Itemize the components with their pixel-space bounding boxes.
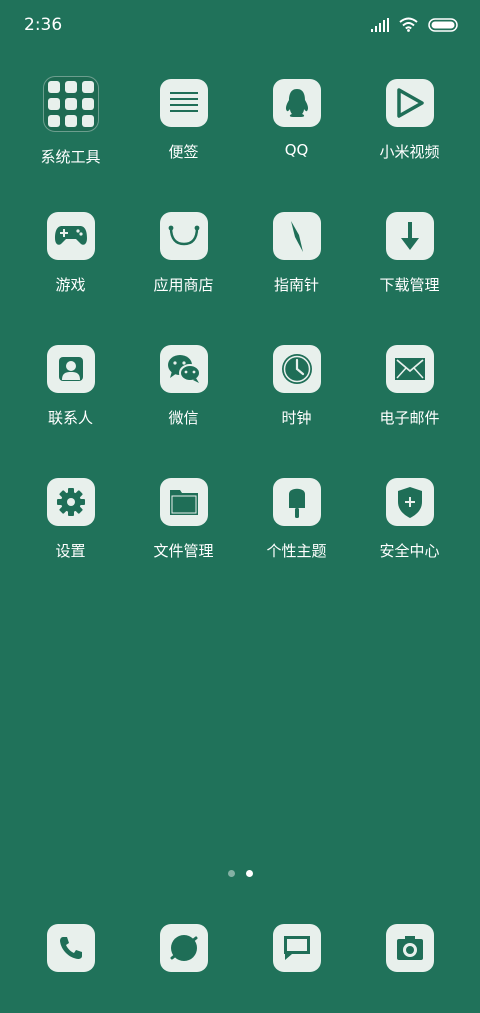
app-settings[interactable]: 设置 bbox=[14, 473, 127, 606]
page-dot-2[interactable] bbox=[245, 870, 253, 877]
shield-plus-icon bbox=[385, 478, 434, 526]
qq-penguin-icon bbox=[272, 79, 321, 127]
app-qq[interactable]: QQ bbox=[240, 74, 353, 207]
file-folder-icon bbox=[159, 478, 208, 526]
dock-app-messages[interactable] bbox=[240, 924, 353, 972]
browser-circle-icon bbox=[159, 924, 208, 972]
app-compass[interactable]: 指南针 bbox=[240, 207, 353, 340]
dock-app-camera[interactable] bbox=[353, 924, 466, 972]
app-label: 系统工具 bbox=[40, 148, 101, 166]
status-time: 2:36 bbox=[24, 15, 63, 35]
app-email[interactable]: 电子邮件 bbox=[353, 340, 466, 473]
contact-person-icon bbox=[46, 345, 95, 393]
app-system-tools[interactable]: 系统工具 bbox=[14, 74, 127, 207]
message-bubble-icon bbox=[272, 924, 321, 972]
app-label: 时钟 bbox=[281, 409, 312, 427]
wifi-icon bbox=[399, 17, 418, 32]
app-label: 文件管理 bbox=[153, 542, 214, 560]
app-security-center[interactable]: 安全中心 bbox=[353, 473, 466, 606]
status-icons bbox=[371, 17, 458, 32]
popsicle-icon bbox=[272, 478, 321, 526]
app-themes[interactable]: 个性主题 bbox=[240, 473, 353, 606]
app-label: 电子邮件 bbox=[379, 409, 440, 427]
camera-icon bbox=[385, 924, 434, 972]
store-bag-icon bbox=[159, 212, 208, 260]
app-label: 联系人 bbox=[47, 409, 93, 427]
gamepad-icon bbox=[46, 212, 95, 260]
app-file-manager[interactable]: 文件管理 bbox=[127, 473, 240, 606]
dock-app-phone[interactable] bbox=[14, 924, 127, 972]
clock-icon bbox=[272, 345, 321, 393]
app-notes[interactable]: 便签 bbox=[127, 74, 240, 207]
app-mi-video[interactable]: 小米视频 bbox=[353, 74, 466, 207]
status-bar: 2:36 bbox=[0, 0, 480, 52]
app-downloads[interactable]: 下载管理 bbox=[353, 207, 466, 340]
download-arrow-icon bbox=[385, 212, 434, 260]
app-label: 安全中心 bbox=[379, 542, 440, 560]
app-grid: 系统工具 便签 QQ 小米视频 游戏 应用商店 指南针 下载管理 联系人 微信 … bbox=[0, 74, 480, 606]
folder-icon bbox=[42, 76, 99, 132]
wechat-icon bbox=[159, 345, 208, 393]
dock bbox=[0, 924, 480, 972]
signal-icon bbox=[371, 17, 389, 32]
app-label: 便签 bbox=[168, 143, 199, 161]
play-icon bbox=[385, 79, 434, 127]
dock-app-browser[interactable] bbox=[127, 924, 240, 972]
page-dot-1[interactable] bbox=[227, 870, 235, 877]
app-label: QQ bbox=[284, 141, 309, 159]
app-label: 应用商店 bbox=[153, 276, 214, 294]
page-indicator[interactable] bbox=[0, 870, 480, 877]
app-contacts[interactable]: 联系人 bbox=[14, 340, 127, 473]
app-label: 微信 bbox=[168, 409, 199, 427]
app-clock[interactable]: 时钟 bbox=[240, 340, 353, 473]
app-label: 游戏 bbox=[55, 276, 86, 294]
app-label: 下载管理 bbox=[379, 276, 440, 294]
app-label: 个性主题 bbox=[266, 542, 327, 560]
app-label: 指南针 bbox=[273, 276, 319, 294]
app-games[interactable]: 游戏 bbox=[14, 207, 127, 340]
compass-icon bbox=[272, 212, 321, 260]
mail-envelope-icon bbox=[385, 345, 434, 393]
app-label: 小米视频 bbox=[379, 143, 440, 161]
phone-icon bbox=[46, 924, 95, 972]
app-wechat[interactable]: 微信 bbox=[127, 340, 240, 473]
notes-icon bbox=[159, 79, 208, 127]
app-store[interactable]: 应用商店 bbox=[127, 207, 240, 340]
battery-icon bbox=[428, 17, 458, 32]
gear-icon bbox=[46, 478, 95, 526]
app-label: 设置 bbox=[55, 542, 86, 560]
